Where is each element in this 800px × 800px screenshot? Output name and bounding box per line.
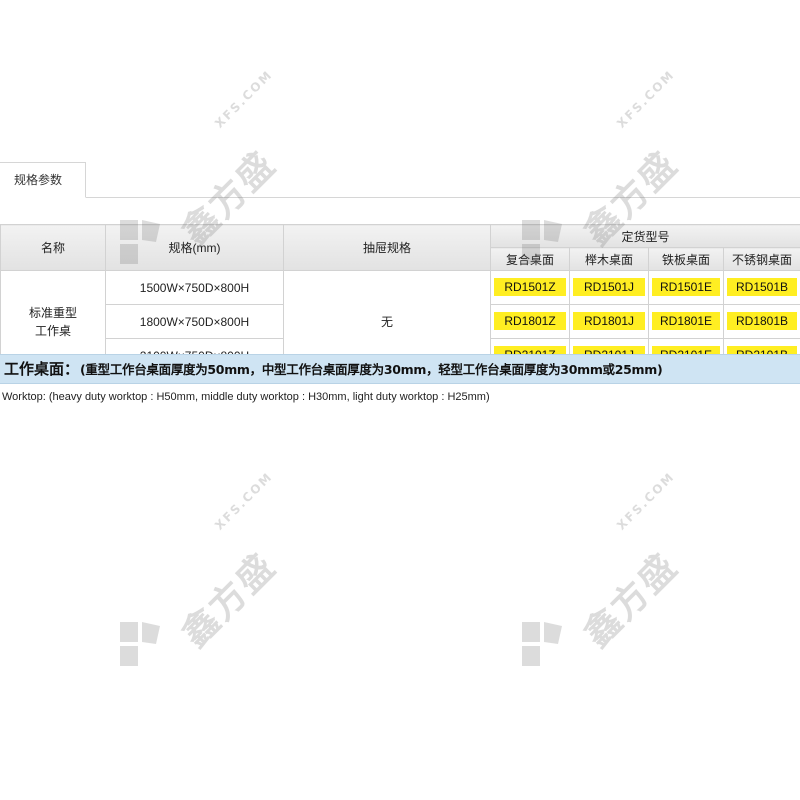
model-code: RD1801J [573, 312, 645, 330]
model-code: RD1801Z [494, 312, 566, 330]
product-name-line-1: 标准重型 [28, 305, 77, 320]
watermark-en: XFS.COM [212, 469, 276, 533]
spec-table: 名称 规格(mm) 抽屉规格 定货型号 复合桌面 榉木桌面 铁板桌面 不锈钢桌面… [0, 224, 800, 373]
watermark-logo-icon [120, 622, 160, 666]
watermark-text: 鑫方盛 [576, 545, 686, 656]
watermark-logo-icon [522, 622, 562, 666]
worktop-note-text: (重型工作台桌面厚度为50mm，中型工作台桌面厚度为30mm，轻型工作台桌面厚度… [80, 362, 663, 377]
model-code: RD1501E [652, 278, 720, 296]
model-code: RD1501B [727, 278, 798, 296]
tab-spec-params[interactable]: 规格参数 [0, 162, 86, 198]
spec-cell: 1500W×750D×800H [105, 270, 284, 305]
model-code: RD1801B [727, 312, 798, 330]
watermark-en: XFS.COM [614, 469, 678, 533]
model-code: RD1801E [652, 312, 720, 330]
header-composite-top: 复合桌面 [490, 247, 570, 271]
watermark-text: 鑫方盛 [174, 545, 284, 656]
watermark-en: XFS.COM [614, 67, 678, 131]
product-name-line-2: 工作桌 [34, 323, 71, 338]
header-name: 名称 [0, 224, 106, 271]
worktop-note-english: Worktop: (heavy duty worktop : H50mm, mi… [2, 391, 490, 403]
watermark-en: XFS.COM [212, 67, 276, 131]
header-beech-top: 榉木桌面 [569, 247, 649, 271]
worktop-note-title: 工作桌面： [4, 360, 80, 378]
tab-strip: 规格参数 [0, 162, 800, 198]
worktop-note-bar: 工作桌面： (重型工作台桌面厚度为50mm，中型工作台桌面厚度为30mm，轻型工… [0, 354, 800, 384]
logo-icon [118, 95, 168, 155]
header-steel-top: 铁板桌面 [648, 247, 724, 271]
table-row: 标准重型 工作桌 1500W×750D×800H 无 RD1501Z RD150… [0, 270, 800, 373]
header-spec: 规格(mm) [105, 224, 284, 271]
model-code: RD1501J [573, 278, 645, 296]
header-stainless-top: 不锈钢桌面 [722, 247, 800, 271]
header-order-model: 定货型号 [489, 224, 800, 248]
header-drawer: 抽屉规格 [283, 224, 491, 271]
spec-cell: 1800W×750D×800H [105, 304, 284, 339]
page-canvas: 规格参数 名称 规格(mm) 抽屉规格 定货型号 复合桌面 榉木桌面 铁板桌面 … [0, 0, 800, 800]
model-code: RD1501Z [494, 278, 566, 296]
